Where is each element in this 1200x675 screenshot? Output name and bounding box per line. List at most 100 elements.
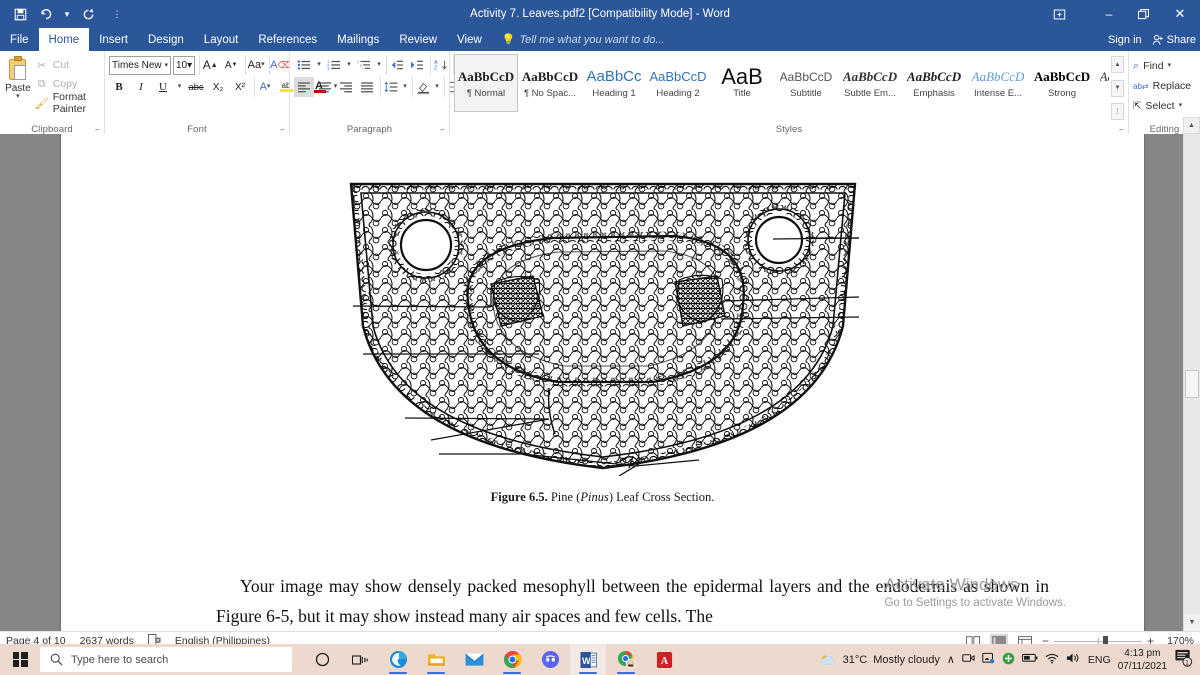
document-canvas[interactable]: Figure 6.5. Pine (Pinus) Leaf Cross Sect…	[0, 134, 1200, 631]
vertical-scrollbar[interactable]: ▼	[1183, 134, 1200, 631]
align-center-button[interactable]	[315, 77, 335, 97]
styles-dialog-launcher-icon[interactable]: ⌐	[1119, 125, 1124, 134]
tab-references[interactable]: References	[248, 28, 327, 51]
tell-me-search[interactable]: 💡 Tell me what you want to do...	[502, 28, 665, 51]
zoom-track[interactable]	[1053, 635, 1142, 647]
style-normal[interactable]: AaBbCcD ¶ Normal	[454, 54, 518, 112]
style-heading-1[interactable]: AaBbCc Heading 1	[582, 54, 646, 112]
taskbar-file-explorer-icon[interactable]	[418, 644, 454, 675]
scroll-down-icon[interactable]: ▼	[1184, 614, 1200, 631]
replace-button[interactable]: ab⇄ Replace	[1133, 77, 1196, 95]
grow-font-button[interactable]: A ▲	[199, 55, 219, 75]
bullets-button[interactable]	[294, 55, 314, 75]
shading-button[interactable]	[412, 77, 432, 97]
tab-layout[interactable]: Layout	[194, 28, 249, 51]
justify-button[interactable]	[357, 77, 377, 97]
line-spacing-dropdown-icon[interactable]: ▾	[401, 77, 409, 97]
split-window-handle[interactable]: ▲	[1183, 117, 1200, 134]
cut-button[interactable]: ✂ Cut	[32, 56, 100, 74]
align-right-button[interactable]	[336, 77, 356, 97]
numbering-dropdown-icon[interactable]: ▾	[345, 55, 353, 75]
multilevel-dropdown-icon[interactable]: ▾	[375, 55, 383, 75]
style-emphasis[interactable]: AaBbCcD Emphasis	[902, 54, 966, 112]
clear-formatting-button[interactable]: A ⌫	[269, 55, 290, 75]
strikethrough-button[interactable]: abc	[186, 77, 206, 97]
font-size-dropdown-icon[interactable]: ▾	[187, 60, 192, 71]
font-dialog-launcher-icon[interactable]: ⌐	[280, 125, 285, 134]
paste-button[interactable]: Paste ▾	[4, 54, 32, 122]
multilevel-list-button[interactable]: 1 a i	[354, 55, 374, 75]
styles-more-icon[interactable]: ⋮	[1111, 103, 1124, 120]
document-page[interactable]: Figure 6.5. Pine (Pinus) Leaf Cross Sect…	[61, 134, 1144, 631]
tab-review[interactable]: Review	[389, 28, 447, 51]
style-title[interactable]: AaB Title	[710, 54, 774, 112]
share-button[interactable]: Share	[1152, 34, 1196, 46]
italic-button[interactable]: I	[131, 77, 151, 97]
camera-tray-icon[interactable]	[962, 652, 975, 667]
minimize-button[interactable]: –	[1092, 0, 1126, 28]
clipboard-dialog-launcher-icon[interactable]: ⌐	[95, 125, 100, 134]
change-case-button[interactable]: Aa ▾	[245, 55, 265, 75]
security-tray-icon[interactable]	[1002, 652, 1015, 668]
bold-button[interactable]: B	[109, 77, 129, 97]
select-button[interactable]: ⇱ Select ▾	[1133, 97, 1196, 115]
font-name-input[interactable]: Times New Ræ ▾	[109, 55, 171, 75]
notification-center-button[interactable]: 1	[1174, 648, 1194, 672]
taskbar-cortana-icon[interactable]	[304, 644, 340, 675]
taskbar-mail-icon[interactable]	[456, 644, 492, 675]
taskbar-microsoft-word-icon[interactable]: W	[570, 644, 606, 675]
tab-view[interactable]: View	[447, 28, 492, 51]
undo-icon[interactable]	[34, 3, 58, 25]
font-size-input[interactable]: 10 ▾	[173, 55, 196, 75]
underline-dropdown-icon[interactable]: ▾	[175, 77, 184, 97]
line-spacing-button[interactable]	[380, 77, 400, 97]
text-effects-button[interactable]: A ▾	[254, 77, 274, 97]
taskbar-discord-icon[interactable]	[532, 644, 568, 675]
pine-leaf-cross-section-image[interactable]	[343, 176, 863, 476]
redo-icon[interactable]	[76, 3, 100, 25]
select-dropdown-icon[interactable]: ▾	[1179, 102, 1183, 109]
tab-file[interactable]: File	[0, 28, 39, 51]
taskbar-google-chrome-profile-icon[interactable]	[608, 644, 644, 675]
paste-dropdown-icon[interactable]: ▾	[16, 93, 20, 100]
style-strong[interactable]: AaBbCcD Strong	[1030, 54, 1094, 112]
font-name-dropdown-icon[interactable]: ▾	[164, 61, 168, 69]
taskbar-google-chrome-icon[interactable]	[494, 644, 530, 675]
undo-dropdown-icon[interactable]: ▾	[60, 3, 74, 25]
start-button[interactable]	[0, 652, 40, 667]
find-dropdown-icon[interactable]: ▾	[1168, 62, 1172, 69]
taskbar-adobe-acrobat-icon[interactable]: A	[646, 644, 682, 675]
battery-tray-icon[interactable]	[1021, 653, 1038, 666]
document-body-paragraph[interactable]: Your image may show densely packed mesop…	[216, 571, 1049, 631]
language-tray-indicator[interactable]: ENG	[1088, 654, 1111, 666]
taskbar-microsoft-edge-icon[interactable]	[380, 644, 416, 675]
restore-button[interactable]	[1126, 0, 1160, 28]
customize-qat-icon[interactable]: ⋮	[110, 3, 124, 25]
style-heading-2[interactable]: AaBbCcD Heading 2	[646, 54, 710, 112]
style-subtle-emphasis[interactable]: AaBbCcD Subtle Em...	[838, 54, 902, 112]
styles-scroll-up-icon[interactable]: ▲	[1111, 56, 1124, 73]
onedrive-tray-icon[interactable]	[982, 652, 995, 667]
numbering-button[interactable]: 1 2 3	[324, 55, 344, 75]
format-painter-button[interactable]: 🖌 Format Painter	[32, 91, 100, 115]
show-hidden-icons-button[interactable]: ∧	[947, 653, 955, 666]
sort-button[interactable]: AZ	[430, 55, 450, 75]
find-button[interactable]: ⌕ Find ▾	[1133, 57, 1196, 75]
volume-tray-icon[interactable]	[1066, 652, 1081, 667]
taskbar-weather-widget[interactable]: 31°C Mostly cloudy	[820, 653, 940, 667]
tab-design[interactable]: Design	[138, 28, 194, 51]
scrollbar-thumb[interactable]	[1185, 370, 1199, 398]
taskbar-task-view-icon[interactable]	[342, 644, 378, 675]
shading-dropdown-icon[interactable]: ▾	[433, 77, 441, 97]
subscript-button[interactable]: X₂	[208, 77, 228, 97]
wifi-tray-icon[interactable]	[1045, 653, 1059, 667]
tab-home[interactable]: Home	[38, 28, 90, 51]
align-left-button[interactable]	[294, 77, 314, 97]
sign-in-button[interactable]: Sign in	[1108, 34, 1142, 46]
style-subtitle[interactable]: AaBbCcD Subtitle	[774, 54, 838, 112]
style-quote[interactable]: AaBbCcD Quote	[1094, 54, 1109, 112]
shrink-font-button[interactable]: A ▼	[221, 55, 241, 75]
style-no-spacing[interactable]: AaBbCcD ¶ No Spac...	[518, 54, 582, 112]
ribbon-display-options-icon[interactable]	[1042, 0, 1076, 28]
close-button[interactable]: ✕	[1160, 0, 1200, 28]
